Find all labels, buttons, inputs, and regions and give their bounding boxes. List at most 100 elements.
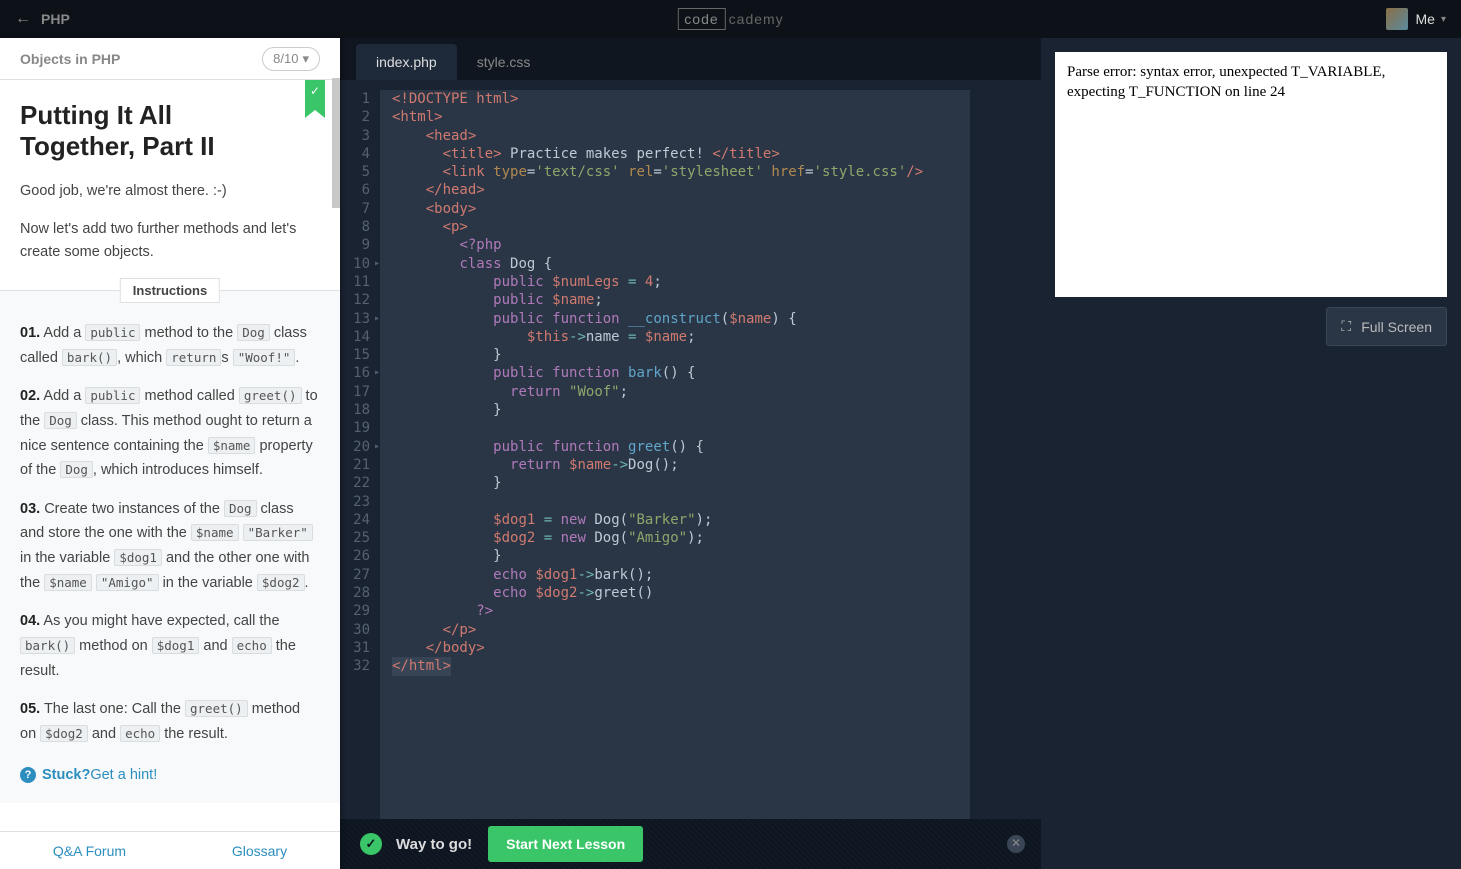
line-number: 5 <box>340 163 370 181</box>
line-number: 16▸ <box>340 364 370 382</box>
code-line[interactable]: public function greet() { <box>392 438 970 456</box>
code-line[interactable]: ?> <box>392 602 970 620</box>
line-number: 28 <box>340 584 370 602</box>
inline-code: bark() <box>62 349 117 366</box>
code-line[interactable]: $this->name = $name; <box>392 328 970 346</box>
line-number: 25 <box>340 529 370 547</box>
line-number: 12 <box>340 291 370 309</box>
code-line[interactable]: <link type='text/css' rel='stylesheet' h… <box>392 163 970 181</box>
instruction-item: 05. The last one: Call the greet() metho… <box>20 697 320 746</box>
code-line[interactable]: <title> Practice makes perfect! </title> <box>392 145 970 163</box>
progress-dropdown[interactable]: 8/10 ▾ <box>262 47 320 71</box>
inline-code: public <box>85 324 140 341</box>
code-line[interactable]: <body> <box>392 200 970 218</box>
instructions-list: 01. Add a public method to the Dog class… <box>0 291 340 803</box>
line-number: 29 <box>340 602 370 620</box>
code-line[interactable]: } <box>392 547 970 565</box>
code-area[interactable]: <!DOCTYPE html><html> <head> <title> Pra… <box>380 90 970 869</box>
line-number: 2 <box>340 108 370 126</box>
logo[interactable]: code cademy <box>677 8 783 30</box>
qa-forum-link[interactable]: Q&A Forum <box>53 843 126 859</box>
code-line[interactable]: return $name->Dog(); <box>392 456 970 474</box>
code-line[interactable]: echo $dog1->bark(); <box>392 566 970 584</box>
output-frame: Parse error: syntax error, unexpected T_… <box>1055 52 1447 297</box>
code-line[interactable]: } <box>392 474 970 492</box>
fold-marker-icon[interactable]: ▸ <box>374 255 380 273</box>
line-number: 32 <box>340 657 370 675</box>
lesson-intro-2: Now let's add two further methods and le… <box>20 218 320 264</box>
code-line[interactable]: </html> <box>392 657 970 675</box>
close-status-icon[interactable]: ✕ <box>1007 835 1025 853</box>
status-bar: ✓ Way to go! Start Next Lesson ✕ <box>340 819 1041 869</box>
line-number: 1 <box>340 90 370 108</box>
editor-tab[interactable]: style.css <box>457 44 551 80</box>
inline-code: public <box>85 387 140 404</box>
code-line[interactable]: class Dog { <box>392 255 970 273</box>
code-line[interactable]: public function __construct($name) { <box>392 310 970 328</box>
code-line[interactable]: public function bark() { <box>392 364 970 382</box>
code-line[interactable]: </body> <box>392 639 970 657</box>
code-line[interactable]: public $numLegs = 4; <box>392 273 970 291</box>
inline-code: echo <box>120 725 160 742</box>
next-lesson-button[interactable]: Start Next Lesson <box>488 826 643 862</box>
hint-link[interactable]: ?Stuck? Get a hint! <box>20 767 320 783</box>
code-line[interactable]: <?php <box>392 236 970 254</box>
line-number: 13▸ <box>340 310 370 328</box>
inline-code: Dog <box>224 500 257 517</box>
inline-code: return <box>166 349 221 366</box>
editor-tabs: index.phpstyle.css <box>340 38 1041 80</box>
fold-marker-icon[interactable]: ▸ <box>374 364 380 382</box>
line-number: 30 <box>340 621 370 639</box>
code-line[interactable]: $dog2 = new Dog("Amigo"); <box>392 529 970 547</box>
code-line[interactable]: <head> <box>392 127 970 145</box>
inline-code: Dog <box>60 461 93 478</box>
line-number: 21 <box>340 456 370 474</box>
inline-code: Dog <box>44 412 77 429</box>
line-number: 9 <box>340 236 370 254</box>
code-line[interactable]: <!DOCTYPE html> <box>392 90 970 108</box>
user-label: Me <box>1416 11 1435 27</box>
lesson-body: ✓ Putting It All Together, Part II Good … <box>0 80 340 831</box>
logo-text: cademy <box>729 11 784 27</box>
user-menu[interactable]: Me ▾ <box>1386 8 1446 30</box>
fold-marker-icon[interactable]: ▸ <box>374 310 380 328</box>
question-icon: ? <box>20 767 36 783</box>
back-arrow-icon: ← <box>15 10 31 28</box>
check-icon: ✓ <box>305 80 325 102</box>
inline-code: $dog1 <box>114 549 162 566</box>
code-line[interactable]: <p> <box>392 218 970 236</box>
inline-code: greet() <box>185 700 248 717</box>
code-line[interactable]: </head> <box>392 181 970 199</box>
fold-marker-icon[interactable]: ▸ <box>374 438 380 456</box>
fullscreen-icon: ⛶ <box>1341 318 1351 335</box>
code-line[interactable]: return "Woof"; <box>392 383 970 401</box>
inline-code: greet() <box>239 387 302 404</box>
code-line[interactable]: <html> <box>392 108 970 126</box>
line-number: 11 <box>340 273 370 291</box>
success-check-icon: ✓ <box>360 833 382 855</box>
inline-code: $dog1 <box>152 637 200 654</box>
course-label: PHP <box>41 11 70 27</box>
editor-tab[interactable]: index.php <box>356 44 457 80</box>
code-line[interactable]: public $name; <box>392 291 970 309</box>
code-line[interactable]: </p> <box>392 621 970 639</box>
output-panel: Parse error: syntax error, unexpected T_… <box>1041 38 1461 869</box>
code-line[interactable]: echo $dog2->greet() <box>392 584 970 602</box>
glossary-link[interactable]: Glossary <box>232 843 287 859</box>
code-line[interactable]: } <box>392 401 970 419</box>
line-number: 18 <box>340 401 370 419</box>
code-line[interactable]: $dog1 = new Dog("Barker"); <box>392 511 970 529</box>
code-line[interactable]: } <box>392 346 970 364</box>
code-editor[interactable]: 12345678910▸111213▸141516▸17181920▸21222… <box>340 80 1041 869</box>
logo-box: code <box>677 8 725 30</box>
inline-code: echo <box>232 637 272 654</box>
back-button[interactable]: ← PHP <box>15 10 70 28</box>
line-number: 26 <box>340 547 370 565</box>
code-line[interactable] <box>392 493 970 511</box>
inline-code: bark() <box>20 637 75 654</box>
line-number: 14 <box>340 328 370 346</box>
panel-footer: Q&A Forum Glossary <box>0 831 340 869</box>
code-line[interactable] <box>392 419 970 437</box>
lesson-header: Objects in PHP 8/10 ▾ <box>0 38 340 80</box>
fullscreen-button[interactable]: ⛶ Full Screen <box>1326 307 1447 346</box>
